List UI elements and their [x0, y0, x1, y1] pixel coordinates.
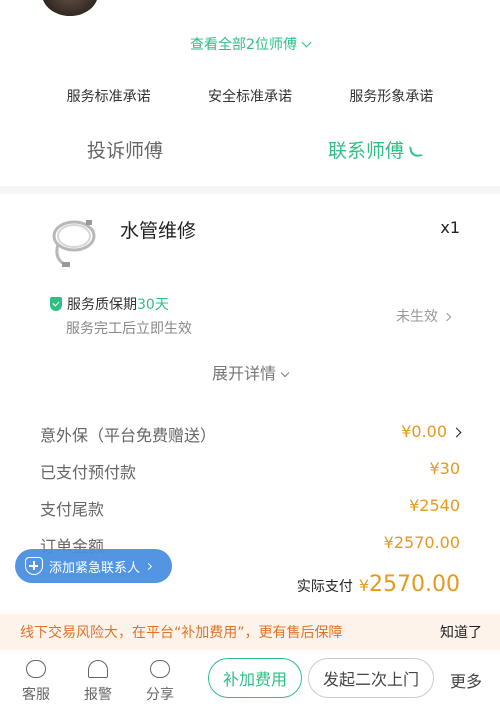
share-label: 分享 [146, 687, 174, 703]
currency-symbol: ¥ [358, 576, 370, 595]
actual-payment-amount: 2570.00 [369, 572, 460, 597]
chevron-down-icon [280, 368, 290, 378]
warranty-days: 30天 [137, 297, 169, 313]
actual-payment-label: 实际支付 [296, 579, 353, 595]
add-fee-button[interactable]: 补加费用 [208, 658, 302, 698]
chevron-right-icon [442, 312, 452, 322]
fee-value: ¥0.00 [401, 422, 462, 446]
expand-details-button[interactable]: 展开详情 [0, 360, 500, 384]
risk-message: 线下交易风险大，在平台“补加费用”，更有售后保障 [20, 625, 343, 641]
more-button[interactable]: 更多 [450, 668, 482, 692]
chevron-down-icon [301, 37, 312, 48]
warranty-subtitle: 服务完工后立即生效 [66, 321, 192, 337]
fee-label: 支付尾款 [40, 500, 105, 519]
master-actions: 投诉师傅 联系师傅 [0, 136, 500, 163]
customer-service-label: 客服 [22, 687, 50, 703]
second-visit-button[interactable]: 发起二次上门 [308, 658, 434, 698]
alarm-icon [88, 660, 108, 678]
fee-row-balance: 支付尾款 ¥2540 [40, 496, 460, 520]
fee-amount: ¥0.00 [401, 422, 447, 441]
phone-icon [409, 144, 423, 158]
actual-payment: 实际支付 ¥ 2570.00 [297, 572, 460, 597]
promise-service-standard[interactable]: 服务标准承诺 [67, 86, 151, 106]
customer-service-button[interactable]: 客服 [14, 660, 58, 704]
share-button[interactable]: 分享 [138, 660, 182, 704]
section-divider [0, 186, 500, 194]
fee-row-insurance[interactable]: 意外保（平台免费赠送） ¥0.00 [40, 422, 462, 446]
fee-label: 意外保（平台免费赠送） [40, 426, 217, 445]
expand-label: 展开详情 [211, 364, 276, 383]
shield-icon [50, 297, 62, 311]
bottom-toolbar: 客服 报警 分享 补加费用 发起二次上门 更多 [0, 650, 500, 724]
view-all-label: 查看全部2位师傅 [190, 37, 297, 53]
add-emergency-contact-button[interactable]: 添加紧急联系人 [15, 549, 172, 583]
warranty-label: 服务质保期 [67, 297, 137, 313]
fee-value: ¥2570.00 [383, 533, 460, 552]
fee-value: ¥30 [429, 459, 460, 478]
warranty-title: 服务质保期 30天 [50, 294, 169, 314]
hose-icon [52, 220, 96, 267]
view-all-masters-link[interactable]: 查看全部2位师傅 [0, 34, 500, 54]
alarm-button[interactable]: 报警 [76, 660, 120, 704]
dismiss-notice-button[interactable]: 知道了 [440, 622, 482, 642]
warranty-status[interactable]: 未生效 [396, 306, 452, 326]
emergency-label: 添加紧急联系人 [49, 560, 141, 576]
fee-label: 已支付预付款 [40, 463, 137, 482]
risk-notice-bar: 线下交易风险大，在平台“补加费用”，更有售后保障 知道了 [0, 614, 500, 650]
contact-label: 联系师傅 [327, 140, 404, 162]
service-item-qty: x1 [440, 218, 460, 237]
fee-row-prepaid: 已支付预付款 ¥30 [40, 459, 460, 483]
chevron-right-icon [144, 562, 153, 570]
contact-master-button[interactable]: 联系师傅 [250, 136, 500, 163]
chat-icon [26, 660, 46, 678]
alarm-label: 报警 [84, 687, 112, 703]
master-avatar[interactable] [42, 0, 98, 16]
share-icon [150, 660, 170, 678]
complain-label: 投诉师傅 [86, 140, 163, 162]
service-item-name: 水管维修 [120, 220, 197, 242]
chevron-right-icon [451, 427, 462, 438]
promise-safety-standard[interactable]: 安全标准承诺 [208, 86, 292, 106]
complain-master-button[interactable]: 投诉师傅 [0, 136, 250, 163]
shield-plus-icon [25, 557, 43, 575]
warranty-status-label: 未生效 [396, 309, 438, 325]
promise-row: 服务标准承诺 安全标准承诺 服务形象承诺 [0, 86, 500, 106]
promise-service-image[interactable]: 服务形象承诺 [349, 86, 433, 106]
fee-value: ¥2540 [409, 496, 460, 515]
